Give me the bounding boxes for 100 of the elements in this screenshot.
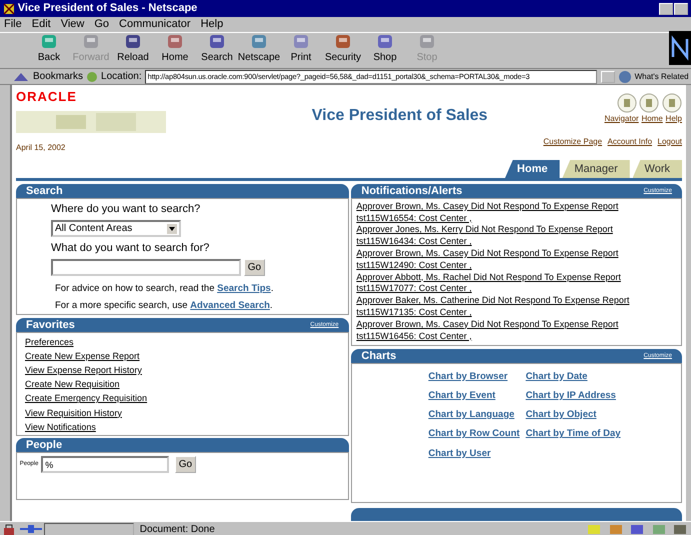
portal-tab[interactable]: Home bbox=[505, 160, 560, 178]
location-icon bbox=[86, 70, 98, 82]
panel-title: Search bbox=[26, 184, 63, 198]
toolbar-button[interactable]: Shop bbox=[364, 32, 406, 66]
alert-link[interactable]: tst115W17077: Cost Center , bbox=[356, 283, 472, 294]
alert-link[interactable]: Approver Abbott, Ms. Rachel Did Not Respond To Expense Report bbox=[356, 272, 621, 282]
toolbar-icon bbox=[375, 32, 395, 50]
component-icon[interactable] bbox=[672, 523, 688, 535]
toolbar-icon bbox=[207, 32, 227, 50]
hint-text: For a more specific search, use Advanced Search. bbox=[54, 298, 274, 312]
people-field[interactable]: % bbox=[41, 456, 170, 473]
whats-related-button[interactable]: What's Related bbox=[634, 70, 689, 82]
minimize-button[interactable] bbox=[659, 2, 673, 14]
netscape-logo-icon bbox=[669, 31, 691, 66]
menu-item[interactable]: File bbox=[4, 16, 22, 33]
circle-icon[interactable] bbox=[662, 92, 682, 112]
chart-link[interactable]: Chart by Row Count bbox=[428, 427, 520, 442]
toolbar-icon bbox=[249, 32, 269, 50]
alert-link[interactable]: tst115W12490: Cost Center , bbox=[356, 260, 472, 270]
alert-link[interactable]: tst115W17135: Cost Center , bbox=[356, 306, 472, 317]
alert-link[interactable]: tst115W16456: Cost Center , bbox=[356, 330, 472, 341]
go-button[interactable]: Go bbox=[174, 456, 196, 473]
menu-item[interactable]: Help bbox=[200, 16, 224, 33]
bookmarks-icon[interactable] bbox=[12, 70, 30, 82]
lock-icon bbox=[2, 523, 17, 535]
toolbar-button[interactable]: Netscape bbox=[238, 32, 280, 66]
hint-text: For advice on how to search, read the Search Tips. bbox=[54, 282, 274, 296]
chart-link[interactable]: Chart by Object bbox=[526, 408, 621, 422]
menu-item[interactable]: Communicator bbox=[119, 16, 191, 33]
favorite-link[interactable]: View Expense Report History bbox=[25, 364, 142, 375]
portal-tab[interactable]: Manager bbox=[562, 160, 630, 178]
menu-item[interactable]: Go bbox=[94, 16, 110, 33]
panel-title: Favorites bbox=[26, 318, 75, 332]
alert-link[interactable]: tst115W16554: Cost Center , bbox=[356, 212, 472, 223]
alert-link[interactable]: Approver Brown, Ms. Casey Did Not Respond To Expense Report bbox=[356, 200, 618, 211]
toolbar-icon bbox=[123, 32, 143, 50]
favorite-link[interactable]: Create Emergency Requisition bbox=[25, 393, 148, 404]
dropdown-button[interactable] bbox=[600, 70, 615, 82]
toolbar-icon bbox=[291, 32, 311, 50]
toolbar-button[interactable]: Print bbox=[280, 32, 322, 66]
alert-link[interactable]: Approver Baker, Ms. Catherine Did Not Respond To Expense Report bbox=[356, 295, 630, 306]
nav-link[interactable]: Home bbox=[641, 112, 663, 124]
alert-link[interactable]: Approver Brown, Ms. Casey Did Not Respond To Expense Report bbox=[356, 248, 618, 258]
page-link[interactable]: Account Info bbox=[608, 136, 652, 148]
oracle-logo: ORACLE bbox=[16, 88, 78, 106]
scope-dropdown[interactable]: All Content Areas bbox=[51, 220, 181, 237]
component-icon[interactable] bbox=[608, 523, 624, 535]
toolbar-icon bbox=[39, 32, 59, 50]
page-title: Vice President of Sales bbox=[312, 106, 488, 124]
toolbar-button[interactable]: Reload bbox=[112, 32, 154, 66]
toolbar-button[interactable]: Search bbox=[196, 32, 238, 66]
page-link[interactable]: Logout bbox=[658, 136, 682, 148]
alert-link[interactable]: Approver Jones, Ms. Kerry Did Not Respond To Expense Report bbox=[356, 224, 613, 234]
alert-link[interactable]: tst115W16434: Cost Center , bbox=[356, 236, 472, 246]
bookmarks-button[interactable]: Bookmarks bbox=[33, 69, 84, 84]
window-title: Vice President of Sales - Netscape bbox=[18, 1, 198, 16]
menu-item[interactable]: Edit bbox=[32, 16, 51, 33]
chart-link[interactable]: Chart by Event bbox=[428, 388, 520, 403]
page-link[interactable]: Customize Page bbox=[543, 136, 602, 148]
connection-icon bbox=[20, 524, 42, 534]
menu-item[interactable]: View bbox=[60, 16, 84, 33]
favorite-link[interactable]: Create New Requisition bbox=[25, 379, 120, 390]
favorite-link[interactable]: Preferences bbox=[25, 336, 74, 346]
chart-link[interactable]: Chart by Language bbox=[428, 408, 520, 422]
toolbar-icon bbox=[417, 32, 437, 50]
toolbar-icon bbox=[333, 32, 353, 50]
maximize-button[interactable] bbox=[674, 2, 688, 14]
dropdown-arrow-icon bbox=[167, 224, 177, 234]
circle-icon[interactable] bbox=[639, 92, 660, 112]
go-button[interactable]: Go bbox=[244, 259, 266, 276]
chart-link[interactable]: Chart by IP Address bbox=[526, 388, 621, 403]
panel-title: Charts bbox=[361, 348, 396, 362]
toolbar-button[interactable]: Back bbox=[28, 32, 70, 66]
search-field[interactable] bbox=[51, 259, 241, 276]
toolbar-button[interactable]: Home bbox=[154, 32, 196, 66]
inline-link[interactable]: Advanced Search bbox=[190, 300, 270, 310]
chart-link[interactable]: Chart by Time of Day bbox=[526, 427, 621, 442]
circle-icon[interactable] bbox=[616, 92, 636, 112]
favorite-link[interactable]: View Requisition History bbox=[25, 408, 122, 418]
date-text: April 15, 2002 bbox=[16, 142, 66, 154]
field-label: Where do you want to search? bbox=[51, 202, 202, 217]
chart-link[interactable]: Chart by User bbox=[428, 446, 520, 461]
chart-link[interactable]: Chart by Date bbox=[526, 370, 621, 384]
favorite-link[interactable]: Create New Expense Report bbox=[25, 350, 140, 361]
toolbar-button[interactable]: Security bbox=[322, 32, 364, 66]
favorite-link[interactable]: View Notifications bbox=[25, 422, 96, 432]
alert-link[interactable]: Approver Brown, Ms. Casey Did Not Respond To Expense Report bbox=[356, 318, 618, 329]
nav-link[interactable]: Navigator bbox=[604, 112, 639, 124]
portal-tab[interactable]: Work bbox=[632, 160, 682, 178]
chart-link[interactable]: Chart by Browser bbox=[428, 370, 520, 384]
nav-link[interactable]: Help bbox=[666, 112, 682, 124]
status-text: Document: Done bbox=[138, 522, 215, 535]
component-icon[interactable] bbox=[629, 523, 646, 535]
panel-title: People bbox=[26, 438, 62, 452]
component-icon[interactable] bbox=[650, 523, 667, 535]
field-label: What do you want to search for? bbox=[51, 240, 210, 256]
toolbar-icon bbox=[81, 32, 101, 50]
toolbar-icon bbox=[165, 32, 185, 50]
inline-link[interactable]: Search Tips bbox=[217, 282, 271, 294]
location-label: Location: bbox=[101, 70, 142, 84]
